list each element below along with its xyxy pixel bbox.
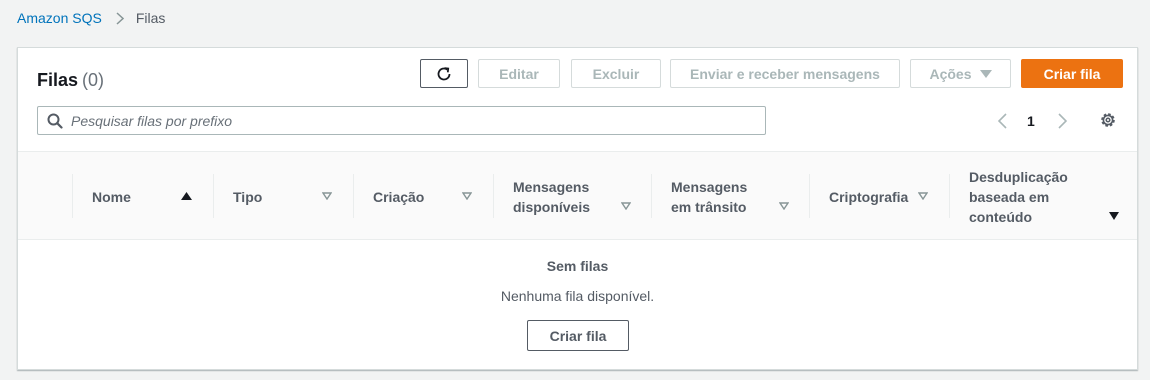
chevron-left-icon <box>997 113 1007 129</box>
sort-icon <box>462 192 472 200</box>
create-queue-button[interactable]: Criar fila <box>1021 59 1123 88</box>
actions-label: Ações <box>929 65 972 82</box>
empty-state-create-queue-button[interactable]: Criar fila <box>527 320 629 351</box>
sort-descending-icon <box>1109 212 1119 220</box>
column-header-encryption[interactable]: Criptografia <box>809 152 949 241</box>
column-divider <box>213 174 214 218</box>
breadcrumb-current: Filas <box>135 10 166 26</box>
table-header: Nome Tipo Criação Mensagens disponíveis <box>18 151 1137 240</box>
column-label: Mensagens disponíveis <box>513 178 591 215</box>
chevron-right-icon <box>1057 113 1067 129</box>
column-header-messages-available[interactable]: Mensagens disponíveis <box>493 152 651 241</box>
breadcrumb: Amazon SQS Filas <box>17 10 165 26</box>
delete-button[interactable]: Excluir <box>571 59 661 88</box>
next-page-button[interactable] <box>1055 111 1069 131</box>
column-divider <box>651 174 652 218</box>
page-title: Filas (0) <box>37 70 104 91</box>
column-divider <box>353 174 354 218</box>
breadcrumb-link-amazon-sqs[interactable]: Amazon SQS <box>17 10 102 26</box>
queue-count: (0) <box>82 70 105 90</box>
refresh-button[interactable] <box>420 59 468 88</box>
column-header-name[interactable]: Nome <box>72 152 213 241</box>
search-icon <box>47 113 63 129</box>
column-header-messages-in-flight[interactable]: Mensagens em trânsito <box>651 152 809 241</box>
preferences-button[interactable] <box>1098 110 1118 130</box>
gear-icon <box>1099 111 1117 129</box>
title-text: Filas <box>37 70 79 90</box>
column-header-created[interactable]: Criação <box>353 152 493 241</box>
column-header-type[interactable]: Tipo <box>213 152 353 241</box>
send-receive-button[interactable]: Enviar e receber mensagens <box>670 59 900 88</box>
chevron-right-icon <box>116 11 124 25</box>
column-divider <box>949 174 950 218</box>
column-label: Desduplicação baseada em conteúdo <box>969 168 1068 225</box>
column-header-content-deduplication[interactable]: Desduplicação baseada em conteúdo <box>949 152 1137 241</box>
sort-ascending-icon <box>181 192 192 200</box>
empty-state-message: Nenhuma fila disponível. <box>500 288 655 304</box>
refresh-icon <box>435 65 453 83</box>
sort-icon <box>918 192 928 200</box>
page-number-label: 1 <box>1027 113 1035 129</box>
actions-dropdown[interactable]: Ações <box>910 59 1011 88</box>
previous-page-button[interactable] <box>995 111 1009 131</box>
search-placeholder: Pesquisar filas por prefixo <box>71 112 233 129</box>
column-label: Mensagens em trânsito <box>671 178 748 215</box>
queues-panel: Filas (0) Editar Excluir Enviar e receber… <box>17 47 1138 370</box>
column-label: Criptografia <box>829 188 909 205</box>
sort-icon <box>779 202 789 210</box>
empty-state-title: Sem filas <box>546 258 609 274</box>
column-label: Nome <box>92 188 131 205</box>
column-divider <box>493 174 494 218</box>
sort-icon <box>322 192 332 200</box>
column-divider <box>809 174 810 218</box>
caret-down-icon <box>979 69 992 78</box>
search-input[interactable]: Pesquisar filas por prefixo <box>37 106 766 135</box>
column-label: Tipo <box>233 188 263 205</box>
column-label: Criação <box>373 188 425 205</box>
column-divider <box>72 174 73 218</box>
sort-icon <box>621 202 631 210</box>
edit-button[interactable]: Editar <box>478 59 560 88</box>
page-number[interactable]: 1 <box>1027 110 1035 132</box>
